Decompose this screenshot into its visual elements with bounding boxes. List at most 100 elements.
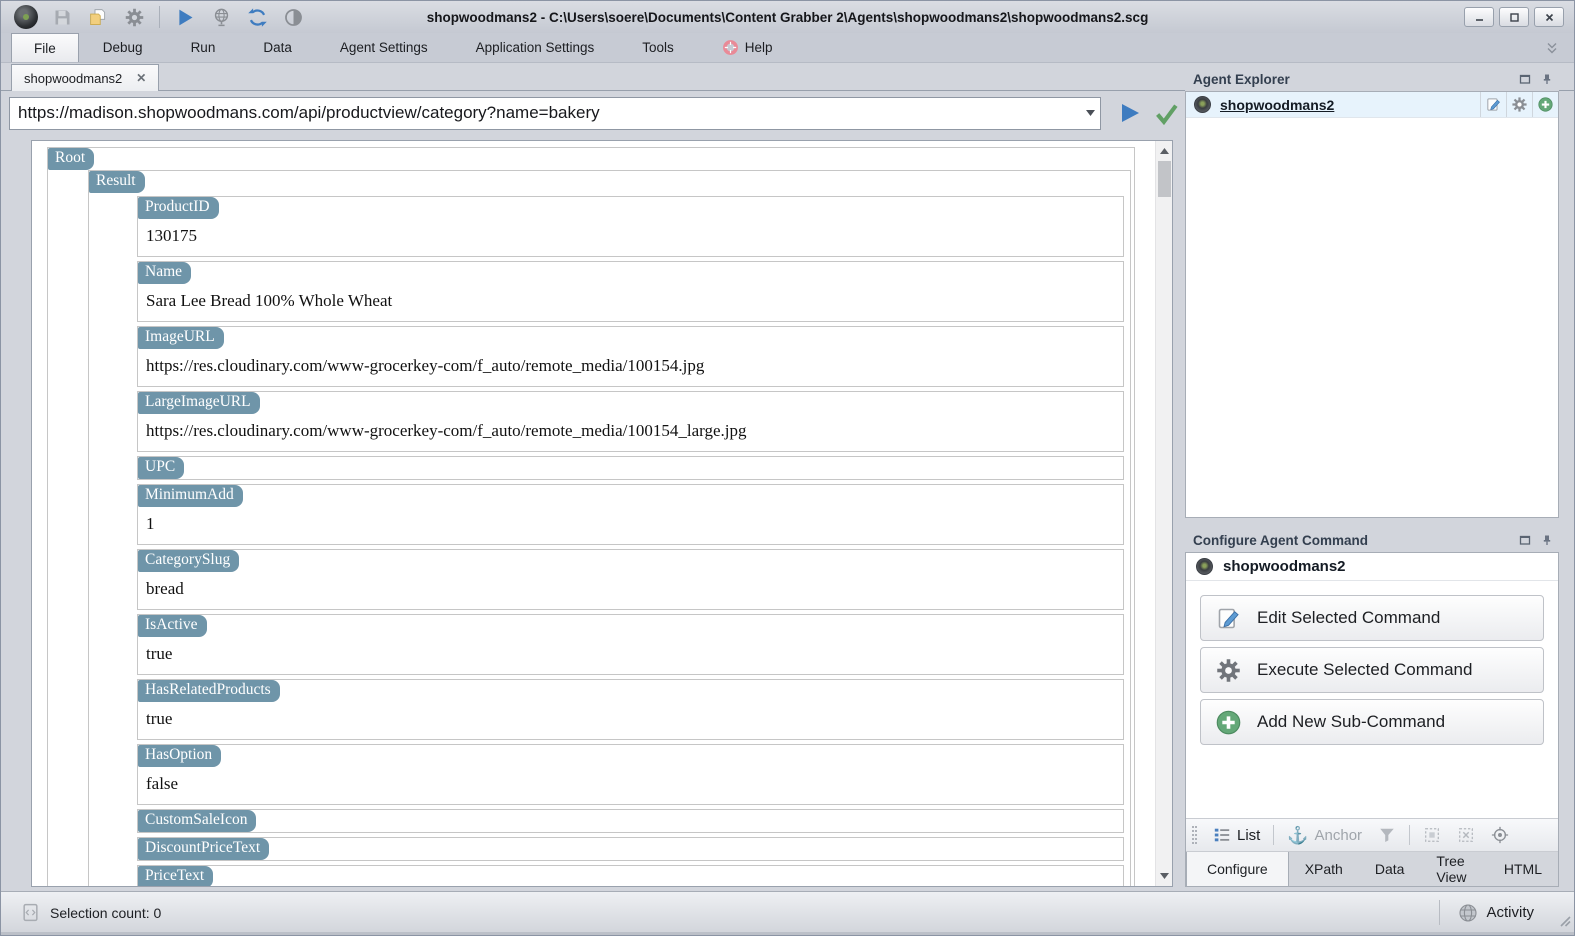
save-button[interactable] — [47, 4, 77, 30]
field-name-badge[interactable]: ProductID — [138, 197, 219, 219]
field-name-badge[interactable]: CategorySlug — [138, 550, 239, 572]
close-button[interactable] — [1534, 7, 1564, 27]
validate-button[interactable] — [1151, 98, 1181, 128]
execute-selected-command-button[interactable]: Execute Selected Command — [1200, 647, 1544, 693]
result-badge[interactable]: Result — [89, 171, 145, 193]
field-name-badge[interactable]: HasRelatedProducts — [138, 680, 280, 702]
root-badge[interactable]: Root — [48, 148, 94, 170]
activity-indicator[interactable]: Activity — [1458, 903, 1534, 923]
list-button[interactable]: List — [1205, 822, 1268, 848]
field-name-badge[interactable]: HasOption — [138, 745, 221, 767]
marquee-select-button[interactable] — [1415, 822, 1449, 848]
target-button[interactable] — [1483, 822, 1517, 848]
globe-icon — [211, 7, 232, 28]
selected-command-row[interactable]: shopwoodmans2 — [1186, 553, 1558, 581]
tab-html[interactable]: HTML — [1488, 852, 1558, 886]
field-value[interactable]: 130175 — [138, 219, 1123, 256]
add-new-sub-command-button[interactable]: Add New Sub-Command — [1200, 699, 1544, 745]
tab-shopwoodmans2[interactable]: shopwoodmans2 ✕ — [11, 64, 159, 91]
menu-expand-button[interactable] — [1544, 33, 1560, 62]
maximize-button[interactable] — [1499, 7, 1529, 27]
help-lifesaver-icon — [722, 39, 739, 56]
menu-agent-settings[interactable]: Agent Settings — [316, 33, 452, 62]
tree-field[interactable]: IsActive true — [137, 614, 1124, 675]
tab-xpath[interactable]: XPath — [1289, 852, 1359, 886]
field-name-badge[interactable]: DiscountPriceText — [138, 838, 269, 860]
menu-file[interactable]: File — [11, 33, 79, 62]
toolbar-grip-handle[interactable] — [1192, 826, 1197, 844]
menu-data[interactable]: Data — [239, 33, 316, 62]
tab-close-icon[interactable]: ✕ — [136, 71, 146, 85]
add-plus-icon — [1215, 709, 1242, 736]
field-value[interactable]: Sara Lee Bread 100% Whole Wheat — [138, 284, 1123, 321]
scrollbar-thumb[interactable] — [1158, 161, 1171, 197]
field-name-badge[interactable]: UPC — [138, 457, 184, 479]
pin-icon[interactable] — [1541, 534, 1553, 546]
url-dropdown-button[interactable] — [1080, 98, 1100, 129]
tree-field[interactable]: MinimumAdd 1 — [137, 484, 1124, 545]
edit-agent-button[interactable] — [1480, 92, 1506, 117]
anchor-button[interactable]: ⚓ Anchor — [1279, 822, 1370, 848]
field-name-badge[interactable]: ImageURL — [138, 327, 224, 349]
tree-field[interactable]: DiscountPriceText — [137, 837, 1124, 861]
tree-field[interactable]: HasRelatedProducts true — [137, 679, 1124, 740]
url-text[interactable]: https://madison.shopwoodmans.com/api/pro… — [10, 103, 1080, 123]
field-name-badge[interactable]: MinimumAdd — [138, 485, 243, 507]
pin-icon[interactable] — [1541, 73, 1553, 85]
field-name-badge[interactable]: Name — [138, 262, 191, 284]
tab-configure[interactable]: Configure — [1186, 852, 1289, 886]
field-value[interactable]: true — [138, 637, 1123, 674]
tab-data[interactable]: Data — [1359, 852, 1421, 886]
menu-run[interactable]: Run — [167, 33, 240, 62]
browser-button[interactable] — [206, 4, 236, 30]
contrast-button[interactable] — [278, 4, 308, 30]
menu-debug[interactable]: Debug — [79, 33, 167, 62]
button-label: Execute Selected Command — [1257, 660, 1472, 680]
tree-scrollbar[interactable] — [1155, 141, 1172, 886]
tree-field[interactable]: CustomSaleIcon — [137, 809, 1124, 833]
command-node-label[interactable]: shopwoodmans2 — [1223, 558, 1346, 575]
field-value[interactable]: https://res.cloudinary.com/www-grocerkey… — [138, 349, 1123, 386]
navigate-button[interactable] — [1115, 98, 1145, 128]
settings-button[interactable] — [119, 4, 149, 30]
tree-field[interactable]: PriceText $1.89 — [137, 865, 1124, 886]
tree-field[interactable]: HasOption false — [137, 744, 1124, 805]
field-name-badge[interactable]: IsActive — [138, 615, 207, 637]
scroll-down-icon[interactable] — [1156, 868, 1173, 884]
tree-field[interactable]: ProductID 130175 — [137, 196, 1124, 257]
run-agent-button[interactable] — [170, 4, 200, 30]
tree-field[interactable]: UPC — [137, 456, 1124, 480]
field-value[interactable]: false — [138, 767, 1123, 804]
add-agent-button[interactable] — [1532, 92, 1558, 117]
tree-field[interactable]: CategorySlug bread — [137, 549, 1124, 610]
restore-panel-icon[interactable] — [1519, 73, 1531, 85]
clear-selection-button[interactable] — [1449, 822, 1483, 848]
field-value[interactable]: true — [138, 702, 1123, 739]
field-name-badge[interactable]: CustomSaleIcon — [138, 810, 256, 832]
resize-grip[interactable] — [1557, 913, 1571, 927]
field-name-badge[interactable]: PriceText — [138, 866, 213, 886]
tree-field[interactable]: Name Sara Lee Bread 100% Whole Wheat — [137, 261, 1124, 322]
menu-tools[interactable]: Tools — [618, 33, 698, 62]
agent-settings-button[interactable] — [1506, 92, 1532, 117]
anchor-label: Anchor — [1315, 827, 1363, 844]
open-file-button[interactable] — [83, 4, 113, 30]
restore-panel-icon[interactable] — [1519, 534, 1531, 546]
field-value[interactable]: 1 — [138, 507, 1123, 544]
tab-tree-view[interactable]: Tree View — [1420, 852, 1487, 886]
minimize-button[interactable] — [1464, 7, 1494, 27]
url-input[interactable]: https://madison.shopwoodmans.com/api/pro… — [9, 97, 1101, 130]
edit-selected-command-button[interactable]: Edit Selected Command — [1200, 595, 1544, 641]
field-value[interactable]: https://res.cloudinary.com/www-grocerkey… — [138, 414, 1123, 451]
tree-field[interactable]: ImageURL https://res.cloudinary.com/www-… — [137, 326, 1124, 387]
menu-application-settings[interactable]: Application Settings — [452, 33, 619, 62]
agent-tree-item[interactable]: shopwoodmans2 — [1186, 92, 1558, 118]
field-name-badge[interactable]: LargeImageURL — [138, 392, 260, 414]
field-value[interactable]: bread — [138, 572, 1123, 609]
scroll-up-icon[interactable] — [1156, 143, 1173, 159]
tree-field[interactable]: LargeImageURL https://res.cloudinary.com… — [137, 391, 1124, 452]
agent-node-label[interactable]: shopwoodmans2 — [1220, 97, 1334, 113]
refresh-button[interactable] — [242, 4, 272, 30]
filter-button[interactable] — [1370, 822, 1404, 848]
menu-help[interactable]: Help — [698, 33, 797, 62]
